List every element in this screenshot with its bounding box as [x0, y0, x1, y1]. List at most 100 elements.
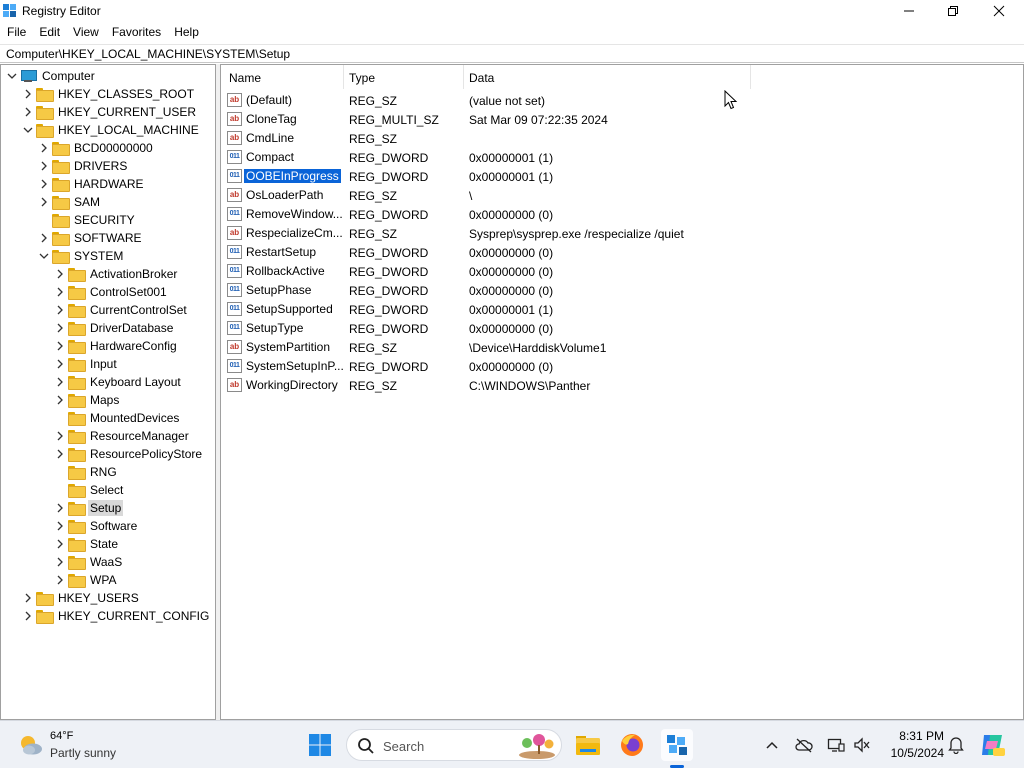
chevron-right-icon[interactable] — [54, 391, 66, 409]
chevron-right-icon[interactable] — [38, 193, 50, 211]
chevron-right-icon[interactable] — [54, 571, 66, 589]
tree-item[interactable]: SECURITY — [38, 211, 137, 229]
tree-item[interactable]: HKEY_LOCAL_MACHINE — [22, 121, 201, 139]
tree-item[interactable]: WaaS — [54, 553, 124, 571]
chevron-right-icon[interactable] — [38, 175, 50, 193]
tree-item[interactable]: ResourcePolicyStore — [54, 445, 204, 463]
chevron-right-icon[interactable] — [54, 265, 66, 283]
value-row[interactable]: 011 Compact REG_DWORD 0x00000001 (1) — [225, 148, 825, 167]
chevron-right-icon[interactable] — [22, 607, 34, 625]
value-row[interactable]: ab RespecializeCm... REG_SZ Sysprep\sysprep… — [225, 224, 825, 243]
chevron-right-icon[interactable] — [54, 319, 66, 337]
column-divider[interactable] — [750, 65, 751, 89]
display-settings[interactable] — [826, 735, 846, 755]
input-indicator[interactable] — [852, 735, 872, 755]
tree-item[interactable]: ResourceManager — [54, 427, 191, 445]
chevron-right-icon[interactable] — [54, 355, 66, 373]
clock-time[interactable]: 8:31 PM — [884, 729, 944, 743]
value-row[interactable]: 011 SetupSupported REG_DWORD 0x00000001 (1) — [225, 300, 825, 319]
chevron-right-icon[interactable] — [54, 535, 66, 553]
column-divider[interactable] — [463, 65, 464, 89]
menu-edit[interactable]: Edit — [32, 23, 66, 42]
value-row[interactable]: 011 SystemSetupInP... REG_DWORD 0x00000000 … — [225, 357, 825, 376]
tree-item[interactable]: HKEY_CURRENT_CONFIG — [22, 607, 211, 625]
address-bar[interactable]: Computer\HKEY_LOCAL_MACHINE\SYSTEM\Setup — [0, 44, 1024, 63]
chevron-down-icon[interactable] — [22, 121, 34, 139]
value-row[interactable]: 011 RollbackActive REG_DWORD 0x00000000 (0) — [225, 262, 825, 281]
taskbar-file-explorer[interactable] — [572, 729, 604, 761]
taskbar-registry-editor[interactable] — [661, 729, 693, 761]
chevron-right-icon[interactable] — [38, 229, 50, 247]
chevron-right-icon[interactable] — [54, 445, 66, 463]
tree-item[interactable]: ControlSet001 — [54, 283, 169, 301]
network-status[interactable] — [794, 735, 814, 755]
tree-item[interactable]: SYSTEM — [38, 247, 125, 265]
value-row[interactable]: 011 SetupType REG_DWORD 0x00000000 (0) — [225, 319, 825, 338]
tree-item[interactable]: SAM — [38, 193, 102, 211]
weather-temperature[interactable]: 64°F — [50, 730, 73, 742]
tree-item[interactable]: HKEY_USERS — [22, 589, 141, 607]
menu-file[interactable]: File — [0, 23, 32, 42]
menu-help[interactable]: Help — [167, 23, 205, 42]
value-row[interactable]: ab CloneTag REG_MULTI_SZ Sat Mar 09 07:22:3… — [225, 110, 825, 129]
value-row[interactable]: 011 RestartSetup REG_DWORD 0x00000000 (0) — [225, 243, 825, 262]
value-row[interactable]: ab WorkingDirectory REG_SZ C:\WINDOWS\Panth… — [225, 376, 825, 395]
chevron-right-icon[interactable] — [22, 103, 34, 121]
chevron-right-icon[interactable] — [54, 517, 66, 535]
tree-item[interactable]: Maps — [54, 391, 121, 409]
tree-item[interactable]: SOFTWARE — [38, 229, 144, 247]
chevron-down-icon[interactable] — [6, 67, 18, 85]
values-list[interactable]: Name Type Data ab (Default) REG_SZ (value n… — [220, 64, 1024, 720]
weather-description[interactable]: Partly sunny — [50, 746, 116, 760]
tree-item[interactable]: BCD00000000 — [38, 139, 155, 157]
chevron-right-icon[interactable] — [54, 499, 66, 517]
tree-item[interactable]: WPA — [54, 571, 118, 589]
clock-date[interactable]: 10/5/2024 — [884, 746, 944, 760]
value-row[interactable]: ab OsLoaderPath REG_SZ \ — [225, 186, 825, 205]
tree-item[interactable]: DRIVERS — [38, 157, 129, 175]
chevron-right-icon[interactable] — [38, 139, 50, 157]
taskbar-search-box[interactable]: Search — [346, 729, 562, 761]
tree-item[interactable]: Computer — [6, 67, 97, 85]
tree-item[interactable]: HardwareConfig — [54, 337, 179, 355]
column-header-type[interactable]: Type — [349, 71, 375, 85]
notifications-button[interactable] — [946, 735, 966, 755]
value-row[interactable]: ab SystemPartition REG_SZ \Device\HarddiskV… — [225, 338, 825, 357]
minimize-button[interactable] — [886, 0, 932, 22]
chevron-right-icon[interactable] — [54, 553, 66, 571]
chevron-right-icon[interactable] — [54, 337, 66, 355]
show-hidden-icons-button[interactable] — [762, 735, 782, 755]
restore-button[interactable] — [930, 0, 976, 22]
tree-item[interactable]: Setup — [54, 499, 124, 517]
column-header-data[interactable]: Data — [469, 71, 494, 85]
chevron-right-icon[interactable] — [54, 283, 66, 301]
copilot-icon[interactable] — [978, 731, 1006, 759]
tree-item[interactable]: Keyboard Layout — [54, 373, 183, 391]
tree-item[interactable]: Input — [54, 355, 119, 373]
start-button-windows-icon[interactable] — [306, 731, 334, 759]
tree-item[interactable]: HKEY_CLASSES_ROOT — [22, 85, 196, 103]
column-divider[interactable] — [343, 65, 344, 89]
tree-item[interactable]: CurrentControlSet — [54, 301, 189, 319]
column-header-name[interactable]: Name — [229, 71, 261, 85]
chevron-right-icon[interactable] — [54, 373, 66, 391]
value-row[interactable]: ab CmdLine REG_SZ — [225, 129, 825, 148]
value-row[interactable]: 011 OOBEInProgress REG_DWORD 0x00000001 (1) — [225, 167, 825, 186]
menu-favorites[interactable]: Favorites — [105, 23, 167, 42]
tree-item[interactable]: HKEY_CURRENT_USER — [22, 103, 198, 121]
tree-item[interactable]: ActivationBroker — [54, 265, 179, 283]
menu-view[interactable]: View — [66, 23, 105, 42]
value-row[interactable]: 011 SetupPhase REG_DWORD 0x00000000 (0) — [225, 281, 825, 300]
tree-item[interactable]: RNG — [54, 463, 119, 481]
chevron-down-icon[interactable] — [38, 247, 50, 265]
key-tree[interactable]: Computer HKEY_CLASSES_ROOT HKEY_CURRENT_US… — [0, 64, 216, 720]
tree-item[interactable]: MountedDevices — [54, 409, 181, 427]
partly-sunny-icon[interactable] — [18, 733, 44, 757]
address-path[interactable]: Computer\HKEY_LOCAL_MACHINE\SYSTEM\Setup — [6, 47, 290, 61]
chevron-right-icon[interactable] — [54, 301, 66, 319]
tree-item[interactable]: Software — [54, 517, 139, 535]
tree-item[interactable]: DriverDatabase — [54, 319, 175, 337]
taskbar-firefox[interactable] — [616, 729, 648, 761]
chevron-right-icon[interactable] — [54, 427, 66, 445]
tree-item[interactable]: State — [54, 535, 120, 553]
